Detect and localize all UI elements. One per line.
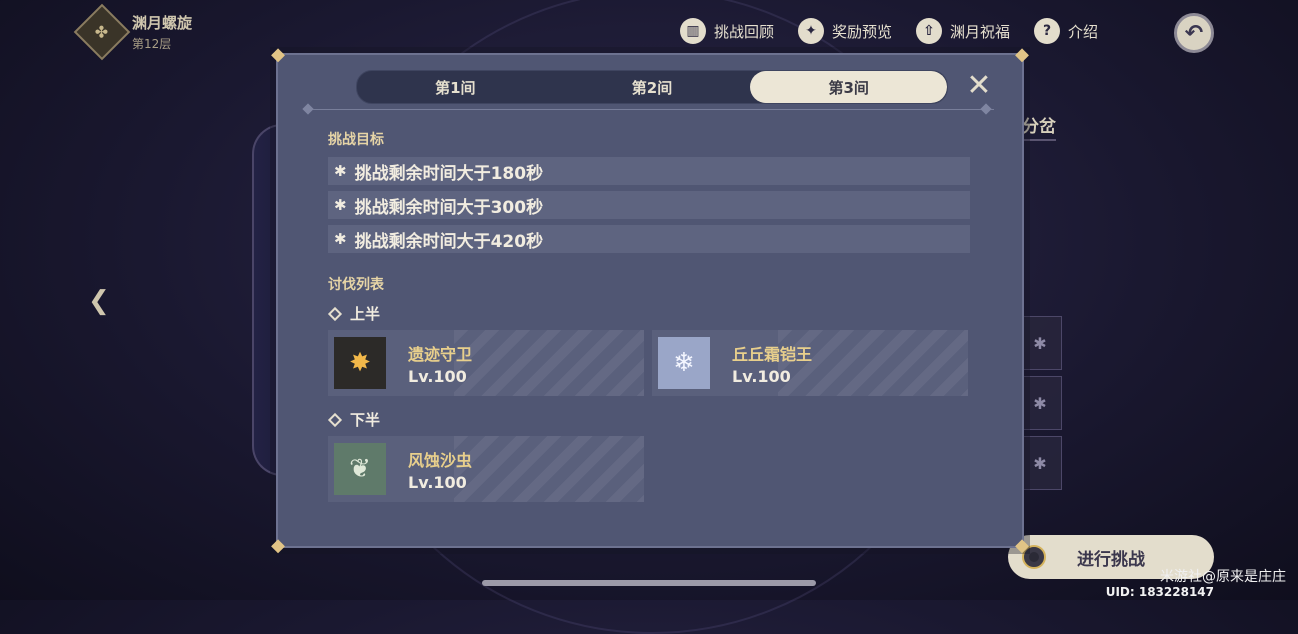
book-icon: ▥ — [680, 18, 706, 44]
abyss-emblem-icon: ✤ — [73, 3, 131, 61]
nav-intro[interactable]: ? 介绍 — [1034, 18, 1098, 44]
floor-header: ✤ 渊月螺旋 第12层 — [73, 3, 193, 61]
diamond-icon — [327, 306, 343, 321]
divider-ornament — [980, 103, 992, 115]
nav-reward-preview[interactable]: ✦ 奖励预览 — [798, 18, 892, 44]
first-half-label: 上半 — [327, 303, 381, 324]
uid-label: UID: 183228147 — [1105, 585, 1214, 599]
half-label: 上半 — [350, 305, 381, 323]
home-indicator[interactable] — [482, 580, 816, 586]
goals-title: 挑战目标 — [328, 132, 384, 148]
half-label: 下半 — [350, 411, 381, 429]
goal-row: ✱ 挑战剩余时间大于420秒 — [328, 225, 970, 253]
chamber-tabs: 第1间 第2间 第3间 — [356, 70, 948, 104]
close-icon[interactable]: ✕ — [962, 69, 996, 103]
star-slot: ✱ — [1018, 436, 1062, 490]
enemy-card[interactable]: ❦ 风蚀沙虫 Lv.100 — [328, 436, 644, 502]
star-slot: ✱ — [1018, 376, 1062, 430]
back-button[interactable]: ↶ — [1174, 13, 1214, 53]
corner-ornament-icon: ◆ — [271, 535, 285, 556]
start-challenge-label: 进行挑战 — [1077, 549, 1145, 570]
sand-worm-icon: ❦ — [334, 443, 386, 495]
previous-chamber-arrow-icon[interactable]: ❮ — [88, 286, 110, 316]
corner-ornament-icon: ◆ — [271, 44, 285, 65]
enemy-card[interactable]: ❄ 丘丘霜铠王 Lv.100 — [652, 330, 968, 396]
goal-text: 挑战剩余时间大于180秒 — [354, 163, 544, 184]
abyss-title: 渊月螺旋 — [132, 14, 193, 32]
nav-challenge-review[interactable]: ▥ 挑战回顾 — [680, 18, 774, 44]
question-icon: ? — [1034, 18, 1061, 44]
frost-lawachurl-icon: ❄ — [658, 337, 710, 389]
goal-row: ✱ 挑战剩余时间大于180秒 — [328, 157, 970, 185]
enemy-name: 丘丘霜铠王 — [732, 344, 813, 364]
ruin-guard-icon: ✸ — [334, 337, 386, 389]
upgrade-arrow-icon: ⇧ — [916, 18, 943, 44]
tab-chamber-1[interactable]: 第1间 — [357, 71, 554, 103]
watermark: 米游社@原来是庄庄 — [1160, 569, 1286, 585]
enemy-name: 遗迹守卫 — [408, 344, 473, 364]
star-icon: ✱ — [334, 196, 347, 214]
divider — [308, 109, 994, 110]
star-icon: ✱ — [334, 230, 347, 248]
goal-row: ✱ 挑战剩余时间大于300秒 — [328, 191, 970, 219]
nav-label: 奖励预览 — [832, 22, 893, 41]
divider-ornament — [302, 103, 314, 115]
corner-ornament-icon: ◆ — [1015, 44, 1029, 65]
star-icon: ✱ — [334, 162, 347, 180]
branch-label: 分岔 — [1022, 112, 1056, 141]
floor-number: 第12层 — [132, 37, 172, 51]
enemy-card[interactable]: ✸ 遗迹守卫 Lv.100 — [328, 330, 644, 396]
enemy-level: Lv.100 — [732, 366, 791, 386]
top-navigation: ▥ 挑战回顾 ✦ 奖励预览 ⇧ 渊月祝福 ? 介绍 — [680, 18, 1098, 44]
enemies-title: 讨伐列表 — [328, 277, 384, 293]
nav-label: 介绍 — [1068, 22, 1099, 41]
second-half-label: 下半 — [327, 409, 381, 430]
tab-chamber-2[interactable]: 第2间 — [554, 71, 751, 103]
nav-blessing[interactable]: ⇧ 渊月祝福 — [916, 18, 1010, 44]
enemy-name: 风蚀沙虫 — [408, 450, 473, 470]
enemy-level: Lv.100 — [408, 472, 467, 492]
nav-label: 挑战回顾 — [714, 22, 775, 41]
nav-label: 渊月祝福 — [950, 22, 1011, 41]
diamond-icon — [327, 412, 343, 427]
tab-chamber-3[interactable]: 第3间 — [750, 71, 947, 103]
corner-ornament-icon: ◆ — [1015, 535, 1029, 556]
goal-text: 挑战剩余时间大于420秒 — [354, 231, 544, 252]
star-slot: ✱ — [1018, 316, 1062, 370]
star-reward-icon: ✦ — [798, 18, 825, 44]
goal-text: 挑战剩余时间大于300秒 — [354, 197, 544, 218]
chamber-info-modal: ◆ ◆ ◆ ◆ 第1间 第2间 第3间 ✕ 挑战目标 ✱ 挑战剩余时间大于180… — [271, 46, 1029, 555]
enemy-level: Lv.100 — [408, 366, 467, 386]
back-arrow-icon: ↶ — [1184, 20, 1204, 46]
